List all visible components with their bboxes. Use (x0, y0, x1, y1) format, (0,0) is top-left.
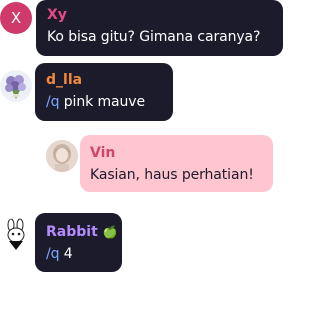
message-bubble[interactable]: Rabbit 🍏 /q 4 (35, 213, 122, 272)
command-link[interactable]: /q (46, 94, 60, 110)
message-text: Kasian, haus perhatian! (90, 167, 254, 183)
sender-name[interactable]: d_lla (46, 72, 82, 88)
girl-photo-icon (46, 140, 78, 172)
message-bubble[interactable]: Xy Ko bisa gitu? Gimana caranya? (36, 0, 283, 56)
message-xy[interactable]: X Xy Ko bisa gitu? Gimana caranya? (0, 0, 293, 62)
sender-name-text: Rabbit (46, 224, 98, 240)
sender-name[interactable]: Vin (90, 145, 115, 161)
sender-name[interactable]: Rabbit 🍏 (46, 224, 118, 240)
message-text: /q pink mauve (46, 93, 145, 111)
message-vin[interactable]: Vin Kasian, haus perhatian! (0, 130, 293, 196)
command-argument: 4 (63, 246, 73, 262)
avatar-rabbit[interactable] (0, 218, 32, 250)
message-bubble[interactable]: d_lla /q pink mauve (35, 63, 173, 121)
message-text: Ko bisa gitu? Gimana caranya? (47, 29, 261, 45)
message-d-lla[interactable]: d_lla /q pink mauve (0, 62, 293, 124)
rabbit-sticker-icon (0, 218, 32, 250)
command-argument: pink mauve (63, 94, 145, 110)
sender-name[interactable]: Xy (47, 7, 67, 23)
command-link[interactable]: /q (46, 246, 60, 262)
message-text: /q 4 (46, 245, 73, 263)
avatar-d-lla[interactable] (0, 70, 32, 102)
green-apple-emoji: 🍏 (102, 225, 118, 239)
message-bubble[interactable]: Vin Kasian, haus perhatian! (80, 135, 273, 192)
avatar-letter: X (10, 9, 22, 27)
avatar-vin[interactable] (46, 140, 78, 172)
avatar-xy[interactable]: X (0, 2, 32, 34)
flower-bouquet-icon (5, 75, 26, 99)
message-rabbit[interactable]: Rabbit 🍏 /q 4 (0, 210, 293, 276)
